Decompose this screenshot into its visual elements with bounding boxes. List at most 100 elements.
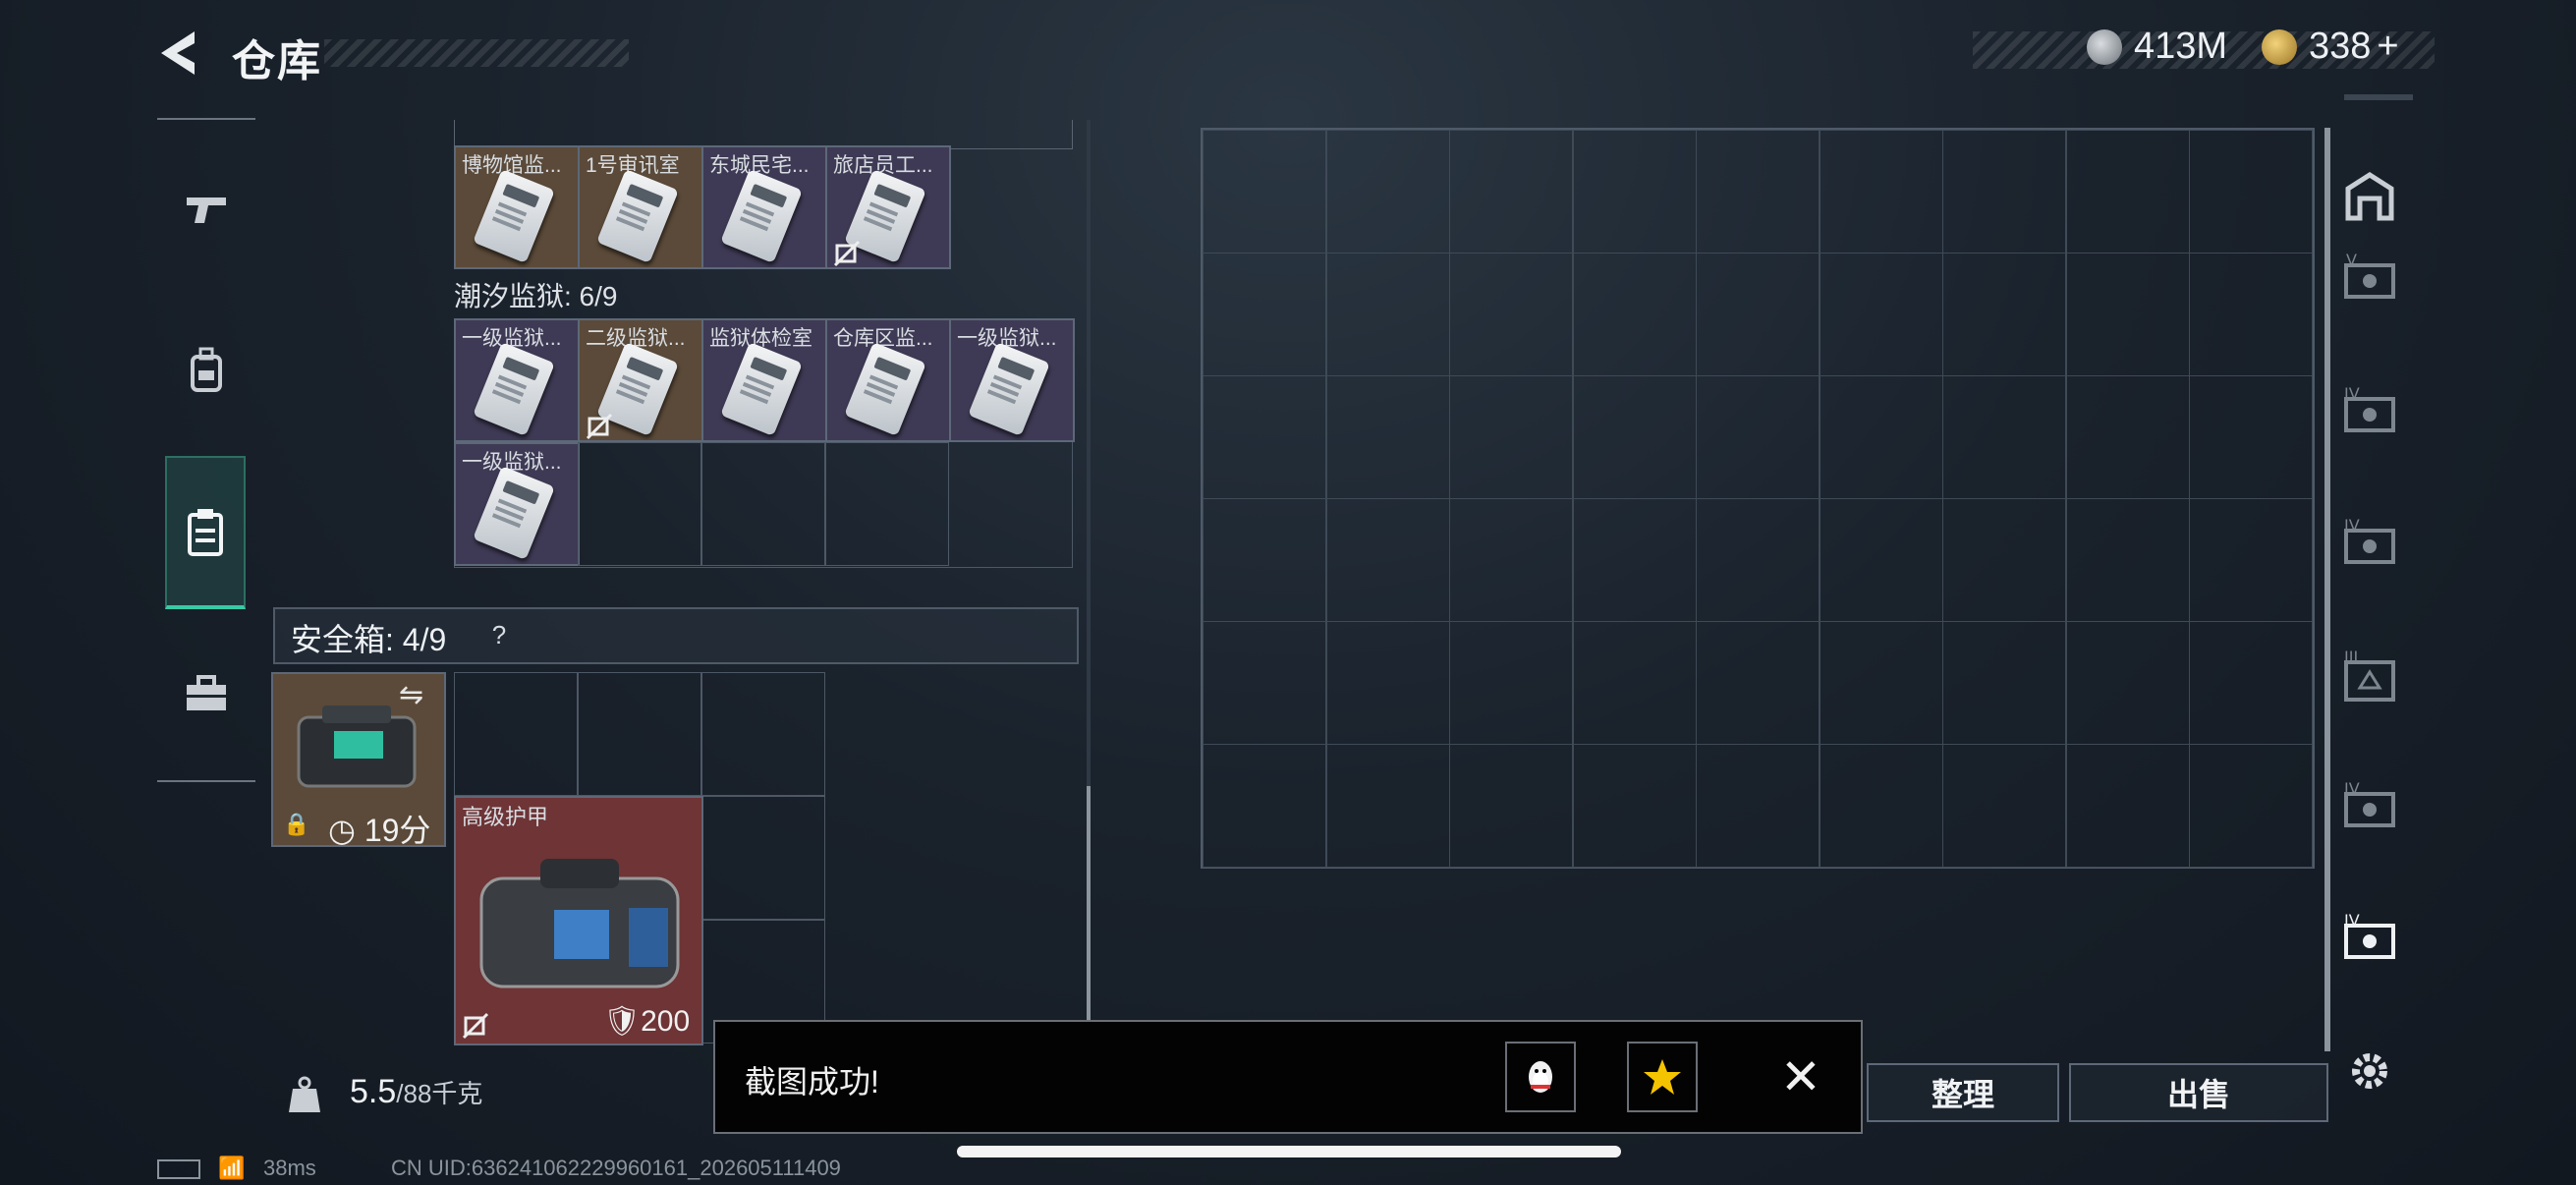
stash-slot[interactable] bbox=[2065, 498, 2190, 622]
stash-slot[interactable] bbox=[1572, 621, 1697, 745]
nav-backpack[interactable] bbox=[167, 326, 246, 415]
stash-slot[interactable] bbox=[2065, 130, 2190, 254]
stash-slot[interactable] bbox=[1696, 621, 1820, 745]
stash-slot[interactable] bbox=[1572, 130, 1697, 254]
stash-slot[interactable] bbox=[1942, 375, 2066, 499]
stash-slot[interactable] bbox=[2065, 375, 2190, 499]
sell-button[interactable]: 出售 bbox=[2069, 1063, 2328, 1122]
stash-slot[interactable] bbox=[1819, 621, 1943, 745]
stash-slot[interactable] bbox=[2189, 253, 2313, 376]
stash-slot[interactable] bbox=[1819, 498, 1943, 622]
empty-slot[interactable] bbox=[454, 672, 578, 796]
stash-slot[interactable] bbox=[1696, 375, 1820, 499]
stash-slot[interactable] bbox=[1696, 130, 1820, 254]
stash-tab-4a[interactable]: IV bbox=[2338, 381, 2401, 444]
empty-slot[interactable] bbox=[578, 442, 701, 566]
stash-slot[interactable] bbox=[1696, 744, 1820, 868]
keycard-item[interactable]: 监狱体检室 bbox=[701, 318, 827, 442]
keycard-item[interactable]: 旅店员工... bbox=[825, 145, 951, 269]
tickets-display[interactable]: 338 + bbox=[2262, 26, 2399, 68]
swap-icon[interactable]: ⇋ bbox=[399, 678, 423, 712]
empty-slot[interactable] bbox=[701, 442, 825, 566]
keycard-item[interactable]: 一级监狱... bbox=[949, 318, 1075, 442]
stash-scrollbar[interactable] bbox=[2324, 128, 2330, 1051]
stash-slot[interactable] bbox=[1572, 498, 1697, 622]
settings-button[interactable] bbox=[2338, 1040, 2401, 1102]
empty-slot[interactable] bbox=[578, 672, 701, 796]
backpack-icon bbox=[191, 347, 222, 392]
keycard-item[interactable]: 东城民宅... bbox=[701, 145, 827, 269]
stash-slot[interactable] bbox=[1325, 621, 1450, 745]
keycard-item[interactable]: 仓库区监... bbox=[825, 318, 951, 442]
keycard-item[interactable]: 1号审讯室 bbox=[578, 145, 703, 269]
home-indicator[interactable] bbox=[957, 1146, 1621, 1157]
stash-slot[interactable] bbox=[1819, 375, 1943, 499]
stash-slot[interactable] bbox=[1325, 744, 1450, 868]
stash-slot[interactable] bbox=[1325, 130, 1450, 254]
stash-slot[interactable] bbox=[1203, 253, 1326, 376]
stash-slot[interactable] bbox=[1696, 253, 1820, 376]
stash-slot[interactable] bbox=[1696, 498, 1820, 622]
stash-slot[interactable] bbox=[2189, 498, 2313, 622]
stash-slot[interactable] bbox=[1449, 253, 1573, 376]
stash-slot[interactable] bbox=[1572, 744, 1697, 868]
armor-item[interactable]: 高级护甲 🛡200 bbox=[454, 796, 703, 1045]
stash-slot[interactable] bbox=[2065, 744, 2190, 868]
stash-tab-home[interactable] bbox=[2338, 165, 2401, 228]
stash-slot[interactable] bbox=[1449, 744, 1573, 868]
stash-slot[interactable] bbox=[2065, 253, 2190, 376]
keycard-item[interactable]: 一级监狱... bbox=[454, 318, 580, 442]
nav-weapons[interactable] bbox=[167, 165, 246, 254]
stash-slot[interactable] bbox=[2065, 621, 2190, 745]
stash-slot[interactable] bbox=[2189, 621, 2313, 745]
stash-slot[interactable] bbox=[1819, 744, 1943, 868]
stash-slot[interactable] bbox=[1449, 375, 1573, 499]
scrollbar-thumb[interactable] bbox=[1087, 786, 1091, 1022]
keycard-item[interactable]: 一级监狱... bbox=[454, 442, 580, 566]
stash-slot[interactable] bbox=[2189, 375, 2313, 499]
stash-slot[interactable] bbox=[1942, 498, 2066, 622]
stash-slot[interactable] bbox=[1449, 498, 1573, 622]
empty-slot[interactable] bbox=[701, 672, 825, 796]
stash-slot[interactable] bbox=[1942, 621, 2066, 745]
stash-slot[interactable] bbox=[2189, 130, 2313, 254]
stash-tab-4b[interactable]: IV bbox=[2338, 513, 2401, 576]
stash-tab-3[interactable]: III bbox=[2338, 645, 2401, 707]
toast-close-button[interactable]: ✕ bbox=[1780, 1051, 1821, 1102]
nav-toolbox[interactable] bbox=[167, 649, 246, 737]
stash-slot[interactable] bbox=[1942, 744, 2066, 868]
stash-slot[interactable] bbox=[1942, 130, 2066, 254]
stash-slot[interactable] bbox=[1819, 130, 1943, 254]
stash-slot[interactable] bbox=[1572, 253, 1697, 376]
share-qzone-button[interactable] bbox=[1627, 1042, 1698, 1112]
empty-slot[interactable] bbox=[825, 442, 949, 566]
tickets-add-button[interactable]: + bbox=[2377, 26, 2398, 68]
keycard-item[interactable]: 二级监狱... bbox=[578, 318, 703, 442]
stash-slot[interactable] bbox=[1203, 130, 1326, 254]
stash-slot[interactable] bbox=[1203, 621, 1326, 745]
stash-tab-4-active[interactable]: IV bbox=[2338, 908, 2401, 971]
stash-slot[interactable] bbox=[1819, 253, 1943, 376]
safe-box-item[interactable]: ⇋ 🔒 ◷ 19分 bbox=[271, 672, 446, 847]
stash-slot[interactable] bbox=[2189, 744, 2313, 868]
stash-slot[interactable] bbox=[1325, 253, 1450, 376]
share-qq-button[interactable] bbox=[1505, 1042, 1576, 1112]
stash-slot[interactable] bbox=[1203, 375, 1326, 499]
stash-tab-4c[interactable]: IV bbox=[2338, 776, 2401, 839]
stash-slot[interactable] bbox=[1325, 375, 1450, 499]
back-button[interactable] bbox=[155, 28, 204, 79]
stash-slot[interactable] bbox=[1203, 498, 1326, 622]
stash-slot[interactable] bbox=[1942, 253, 2066, 376]
stash-slot[interactable] bbox=[1203, 744, 1326, 868]
stash-slot[interactable] bbox=[1572, 375, 1697, 499]
empty-slot[interactable] bbox=[701, 796, 825, 920]
stash-slot[interactable] bbox=[1325, 498, 1450, 622]
stash-slot[interactable] bbox=[1449, 621, 1573, 745]
nav-containers[interactable] bbox=[165, 456, 246, 609]
help-icon[interactable]: ? bbox=[481, 617, 517, 652]
keycard-item[interactable]: 博物馆监... bbox=[454, 145, 580, 269]
stash-slot[interactable] bbox=[1449, 130, 1573, 254]
sort-button[interactable]: 整理 bbox=[1867, 1063, 2059, 1122]
coins-display[interactable]: 413M bbox=[2087, 26, 2227, 68]
stash-tab-5[interactable]: V bbox=[2338, 248, 2401, 310]
